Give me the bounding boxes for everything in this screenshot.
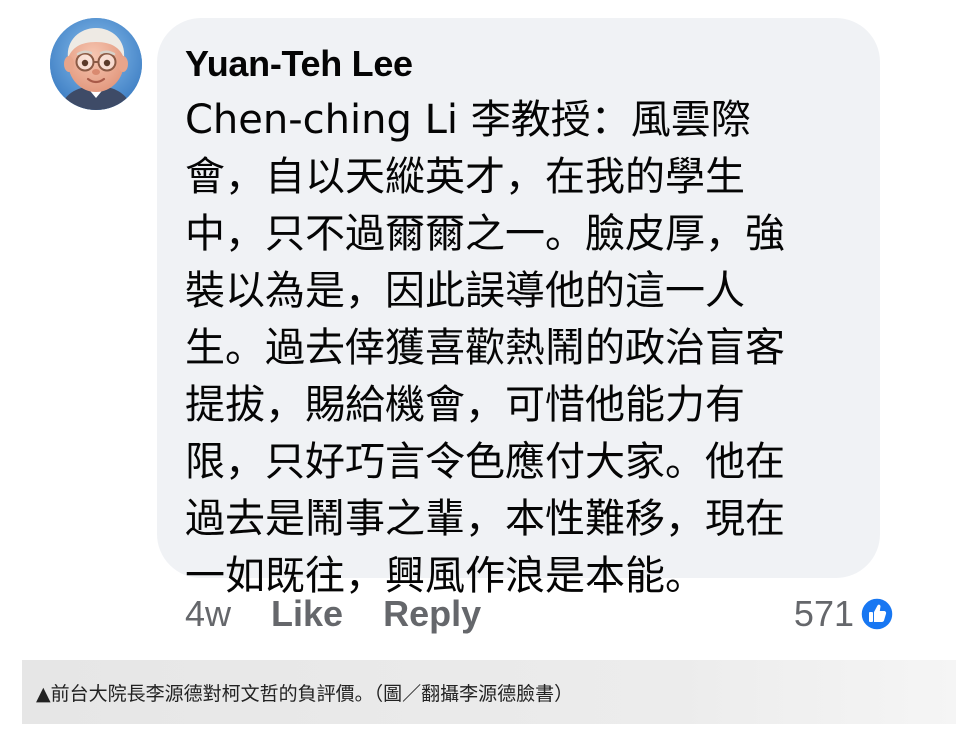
- comment-actions: 4w Like Reply: [185, 590, 521, 638]
- author-avatar[interactable]: [50, 18, 142, 110]
- comment-text-line: 會，自以天縱英才，在我的學生: [185, 154, 745, 200]
- comment-text-line: 中，只不過爾爾之一。臉皮厚，強: [185, 211, 785, 257]
- cartoon-avatar-icon: [50, 18, 142, 110]
- comment-text-line: Chen-ching Li 李教授：風雲際: [185, 97, 751, 143]
- like-button[interactable]: Like: [271, 593, 343, 635]
- like-thumbs-up-icon: [860, 597, 894, 631]
- caption-text: ▲前台大院長李源德對柯文哲的負評價。（圖／翻攝李源德臉書）: [36, 682, 574, 705]
- comment-text-line: 過去是鬧事之輩，本性難移，現在: [185, 496, 785, 542]
- photo-caption: ▲前台大院長李源德對柯文哲的負評價。（圖／翻攝李源德臉書）: [22, 660, 956, 724]
- comment-text: Chen-ching Li 李教授：風雲際 會，自以天縱英才，在我的學生 中，只…: [185, 92, 857, 605]
- comment-author-name[interactable]: Yuan-Teh Lee: [185, 42, 850, 86]
- comment-text-line: 生。過去倖獲喜歡熱鬧的政治盲客: [185, 325, 785, 371]
- comment-text-line: 裝以為是，因此誤導他的這一人: [185, 268, 745, 314]
- comment-text-line: 提拔，賜給機會，可惜他能力有: [185, 382, 745, 428]
- comment-bubble: Yuan-Teh Lee Chen-ching Li 李教授：風雲際 會，自以天…: [157, 18, 880, 599]
- reaction-count: 571: [793, 593, 854, 634]
- comment-text-line: 限，只好巧言令色應付大家。他在: [185, 439, 785, 485]
- screenshot-root: Yuan-Teh Lee Chen-ching Li 李教授：風雲際 會，自以天…: [0, 0, 956, 736]
- comment-timestamp[interactable]: 4w: [185, 593, 231, 635]
- reaction-summary[interactable]: 571: [794, 590, 894, 638]
- reply-button[interactable]: Reply: [383, 593, 481, 635]
